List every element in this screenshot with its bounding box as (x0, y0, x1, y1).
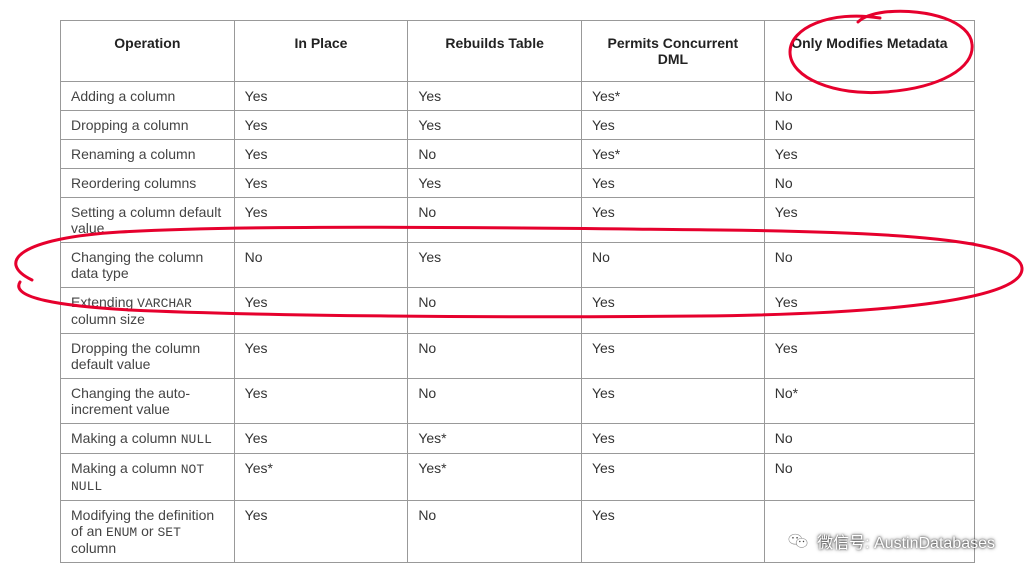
cell-concurrent: Yes (581, 111, 764, 140)
table-row: Making a column NULLYesYes*YesNo (61, 424, 975, 454)
col-header-operation: Operation (61, 21, 235, 82)
cell-concurrent: Yes (581, 169, 764, 198)
cell-concurrent: Yes (581, 334, 764, 379)
text-token: Changing the auto-increment value (71, 385, 190, 417)
cell-operation: Changing the column data type (61, 243, 235, 288)
cell-in_place: Yes* (234, 454, 408, 501)
text-token: Dropping a column (71, 117, 189, 133)
cell-metadata: Yes (764, 288, 974, 334)
cell-rebuilds: Yes* (408, 454, 582, 501)
cell-metadata: No (764, 111, 974, 140)
cell-in_place: Yes (234, 501, 408, 563)
watermark-text: 微信号: AustinDatabases (817, 529, 995, 553)
cell-in_place: Yes (234, 82, 408, 111)
text-token: Changing the column data type (71, 249, 203, 281)
cell-rebuilds: Yes* (408, 424, 582, 454)
col-header-concurrent-dml: Permits Concurrent DML (581, 21, 764, 82)
wechat-icon (787, 530, 809, 552)
table-row: Adding a columnYesYesYes*No (61, 82, 975, 111)
table-row: Dropping the column default valueYesNoYe… (61, 334, 975, 379)
text-token: column size (71, 311, 145, 327)
cell-concurrent: Yes (581, 288, 764, 334)
text-token: Making a column (71, 430, 181, 446)
cell-in_place: Yes (234, 334, 408, 379)
cell-metadata: No (764, 243, 974, 288)
table-row: Reordering columnsYesYesYesNo (61, 169, 975, 198)
cell-rebuilds: Yes (408, 243, 582, 288)
cell-concurrent: No (581, 243, 764, 288)
text-token: Extending (71, 294, 137, 310)
cell-concurrent: Yes (581, 198, 764, 243)
cell-rebuilds: Yes (408, 169, 582, 198)
cell-rebuilds: No (408, 140, 582, 169)
cell-metadata: No (764, 454, 974, 501)
cell-rebuilds: Yes (408, 82, 582, 111)
cell-in_place: Yes (234, 198, 408, 243)
cell-rebuilds: No (408, 334, 582, 379)
cell-concurrent: Yes (581, 454, 764, 501)
cell-metadata: Yes (764, 198, 974, 243)
cell-rebuilds: No (408, 501, 582, 563)
cell-concurrent: Yes* (581, 82, 764, 111)
cell-in_place: Yes (234, 169, 408, 198)
cell-operation: Changing the auto-increment value (61, 379, 235, 424)
cell-in_place: Yes (234, 111, 408, 140)
table-row: Changing the column data typeNoYesNoNo (61, 243, 975, 288)
cell-operation: Setting a column default value (61, 198, 235, 243)
text-token: Making a column (71, 460, 181, 476)
cell-operation: Adding a column (61, 82, 235, 111)
table-row: Dropping a columnYesYesYesNo (61, 111, 975, 140)
code-token: ENUM (106, 525, 137, 540)
cell-rebuilds: Yes (408, 111, 582, 140)
cell-concurrent: Yes* (581, 140, 764, 169)
code-token: SET (157, 525, 180, 540)
ddl-operations-table: Operation In Place Rebuilds Table Permit… (60, 20, 975, 563)
cell-in_place: Yes (234, 140, 408, 169)
cell-metadata: No* (764, 379, 974, 424)
cell-operation: Extending VARCHAR column size (61, 288, 235, 334)
cell-metadata: No (764, 169, 974, 198)
code-token: VARCHAR (137, 296, 192, 311)
col-header-inplace: In Place (234, 21, 408, 82)
code-token: NULL (181, 432, 212, 447)
cell-operation: Dropping the column default value (61, 334, 235, 379)
table-row: Setting a column default valueYesNoYesYe… (61, 198, 975, 243)
table-row: Changing the auto-increment value YesNoYe… (61, 379, 975, 424)
watermark: 微信号: AustinDatabases (787, 529, 995, 553)
cell-in_place: Yes (234, 379, 408, 424)
table-header-row: Operation In Place Rebuilds Table Permit… (61, 21, 975, 82)
cell-rebuilds: No (408, 379, 582, 424)
cell-operation: Modifying the definition of an ENUM or S… (61, 501, 235, 563)
cell-metadata: Yes (764, 140, 974, 169)
cell-in_place: Yes (234, 288, 408, 334)
cell-rebuilds: No (408, 198, 582, 243)
text-token: Renaming a column (71, 146, 196, 162)
cell-operation: Renaming a column (61, 140, 235, 169)
col-header-rebuilds: Rebuilds Table (408, 21, 582, 82)
cell-concurrent: Yes (581, 424, 764, 454)
col-header-metadata: Only Modifies Metadata (764, 21, 974, 82)
text-token: Setting a column default value (71, 204, 221, 236)
text-token: Reordering columns (71, 175, 196, 191)
text-token: column (71, 540, 116, 556)
cell-operation: Dropping a column (61, 111, 235, 140)
table-row: Making a column NOT NULLYes*Yes*YesNo (61, 454, 975, 501)
cell-in_place: Yes (234, 424, 408, 454)
table-row: Extending VARCHAR column sizeYesNoYesYes (61, 288, 975, 334)
cell-operation: Making a column NULL (61, 424, 235, 454)
text-token: Adding a column (71, 88, 175, 104)
cell-metadata: No (764, 82, 974, 111)
text-token: or (137, 523, 157, 539)
cell-concurrent: Yes (581, 501, 764, 563)
cell-concurrent: Yes (581, 379, 764, 424)
cell-metadata: Yes (764, 334, 974, 379)
cell-rebuilds: No (408, 288, 582, 334)
cell-metadata: No (764, 424, 974, 454)
table-row: Renaming a columnYesNoYes*Yes (61, 140, 975, 169)
cell-in_place: No (234, 243, 408, 288)
cell-operation: Reordering columns (61, 169, 235, 198)
text-token: Dropping the column default value (71, 340, 200, 372)
cell-operation: Making a column NOT NULL (61, 454, 235, 501)
